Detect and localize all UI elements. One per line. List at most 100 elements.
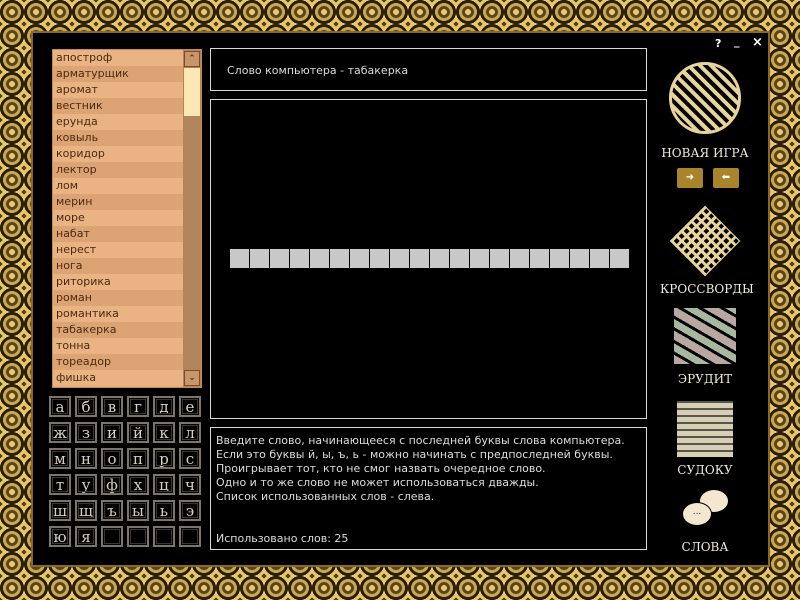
erudit-button[interactable]: ЭРУДИТ (660, 308, 750, 386)
list-item[interactable]: роман (53, 290, 183, 306)
list-item[interactable]: нога (53, 258, 183, 274)
letter-key[interactable]: п (127, 448, 149, 469)
letter-key[interactable]: м (49, 448, 71, 469)
letter-key[interactable]: э (179, 500, 201, 521)
help-button[interactable]: ? (715, 37, 721, 50)
list-item[interactable]: тореадор (53, 354, 183, 370)
answer-letter-cell[interactable] (610, 249, 629, 268)
list-item[interactable]: романтика (53, 306, 183, 322)
answer-letter-cell[interactable] (330, 249, 349, 268)
list-item[interactable]: риторика (53, 274, 183, 290)
letter-key[interactable]: о (101, 448, 123, 469)
letter-key[interactable]: ш (49, 500, 71, 521)
answer-letter-cell[interactable] (570, 249, 589, 268)
letter-key[interactable]: я (75, 526, 97, 547)
list-item[interactable]: лом (53, 178, 183, 194)
letter-key[interactable]: р (153, 448, 175, 469)
scrollbar[interactable]: ⌃ ⌄ (183, 50, 201, 387)
answer-letter-cell[interactable] (410, 249, 429, 268)
letter-key[interactable]: к (153, 422, 175, 443)
letter-key[interactable]: ы (127, 500, 149, 521)
list-item[interactable]: мерин (53, 194, 183, 210)
letter-key[interactable]: ц (153, 474, 175, 495)
computer-word: Слово компьютера - табакерка (227, 64, 409, 77)
letter-key[interactable]: й (127, 422, 149, 443)
sudoku-button[interactable]: СУДОКУ (660, 401, 750, 477)
answer-letter-cell[interactable] (290, 249, 309, 268)
list-item[interactable]: лектор (53, 162, 183, 178)
letter-key[interactable]: ж (49, 422, 71, 443)
answer-letter-cell[interactable] (250, 249, 269, 268)
used-words-list[interactable]: апостроф арматурщик аромат вестник ерунда ков… (52, 49, 202, 388)
letter-key[interactable]: ю (49, 526, 71, 547)
scroll-thumb[interactable] (184, 68, 200, 116)
letter-key[interactable]: ъ (101, 500, 123, 521)
letter-key[interactable]: е (179, 396, 201, 417)
answer-letter-cell[interactable] (530, 249, 549, 268)
used-count: Использовано слов: 25 (216, 532, 349, 545)
letter-key[interactable]: г (127, 396, 149, 417)
scroll-up-button[interactable]: ⌃ (184, 51, 200, 67)
list-item[interactable]: нерест (53, 242, 183, 258)
empty-key (101, 526, 123, 547)
letter-key[interactable]: у (75, 474, 97, 495)
letter-key[interactable]: ь (153, 500, 175, 521)
empty-key (127, 526, 149, 547)
list-item[interactable]: фишка (53, 370, 183, 386)
answer-letter-cell[interactable] (230, 249, 249, 268)
empty-key (153, 526, 175, 547)
scattered-tiles-icon (674, 308, 736, 364)
list-item[interactable]: ерунда (53, 114, 183, 130)
answer-letter-cell[interactable] (510, 249, 529, 268)
list-item[interactable]: море (53, 210, 183, 226)
letter-key[interactable]: щ (75, 500, 97, 521)
list-item[interactable]: вестник (53, 98, 183, 114)
list-item[interactable]: тонна (53, 338, 183, 354)
letter-key[interactable]: д (153, 396, 175, 417)
letter-key[interactable]: н (75, 448, 97, 469)
answer-letter-cell[interactable] (590, 249, 609, 268)
letter-key[interactable]: в (101, 396, 123, 417)
answer-letter-cell[interactable] (390, 249, 409, 268)
letter-key[interactable]: х (127, 474, 149, 495)
crossword-lattice-icon (669, 205, 741, 277)
letter-key[interactable]: и (101, 422, 123, 443)
letter-key[interactable]: з (75, 422, 97, 443)
words-button[interactable]: ... СЛОВА (660, 490, 750, 554)
answer-letter-cell[interactable] (550, 249, 569, 268)
letter-key[interactable]: а (49, 396, 71, 417)
letter-key[interactable]: б (75, 396, 97, 417)
answer-letter-cell[interactable] (490, 249, 509, 268)
letter-key[interactable]: л (179, 422, 201, 443)
list-item[interactable]: ковыль (53, 130, 183, 146)
save-game-folder-icon[interactable]: ⬅ (713, 168, 739, 188)
list-item[interactable]: арматурщик (53, 66, 183, 82)
letter-key[interactable]: с (179, 448, 201, 469)
list-item[interactable]: набат (53, 226, 183, 242)
answer-letter-cell[interactable] (350, 249, 369, 268)
answer-letter-cell[interactable] (370, 249, 389, 268)
instruction-line: Проигрывает тот, кто не смог назвать оче… (216, 462, 546, 475)
list-item[interactable]: коридор (53, 146, 183, 162)
computer-word-panel: Слово компьютера - табакерка (210, 48, 647, 91)
list-item[interactable]: апостроф (53, 50, 183, 66)
scroll-down-button[interactable]: ⌄ (184, 370, 200, 386)
crosswords-button[interactable]: КРОССВОРДЫ (660, 205, 754, 296)
answer-letter-cell[interactable] (430, 249, 449, 268)
letter-key[interactable]: т (49, 474, 71, 495)
answer-letter-cell[interactable] (450, 249, 469, 268)
answer-letter-cell[interactable] (470, 249, 489, 268)
letter-key[interactable]: ф (101, 474, 123, 495)
letter-key[interactable]: ч (179, 474, 201, 495)
minimize-button[interactable]: _ (734, 35, 740, 48)
close-button[interactable]: × (752, 35, 763, 50)
answer-letter-cell[interactable] (270, 249, 289, 268)
load-game-folder-icon[interactable]: ➜ (677, 168, 703, 188)
knot-emblem-icon (669, 62, 741, 134)
empty-key (179, 526, 201, 547)
new-game-button[interactable]: НОВАЯ ИГРА (660, 62, 750, 160)
answer-letter-cell[interactable] (310, 249, 329, 268)
list-item[interactable]: табакерка (53, 322, 183, 338)
sudoku-grid-icon (677, 401, 733, 457)
list-item[interactable]: аромат (53, 82, 183, 98)
